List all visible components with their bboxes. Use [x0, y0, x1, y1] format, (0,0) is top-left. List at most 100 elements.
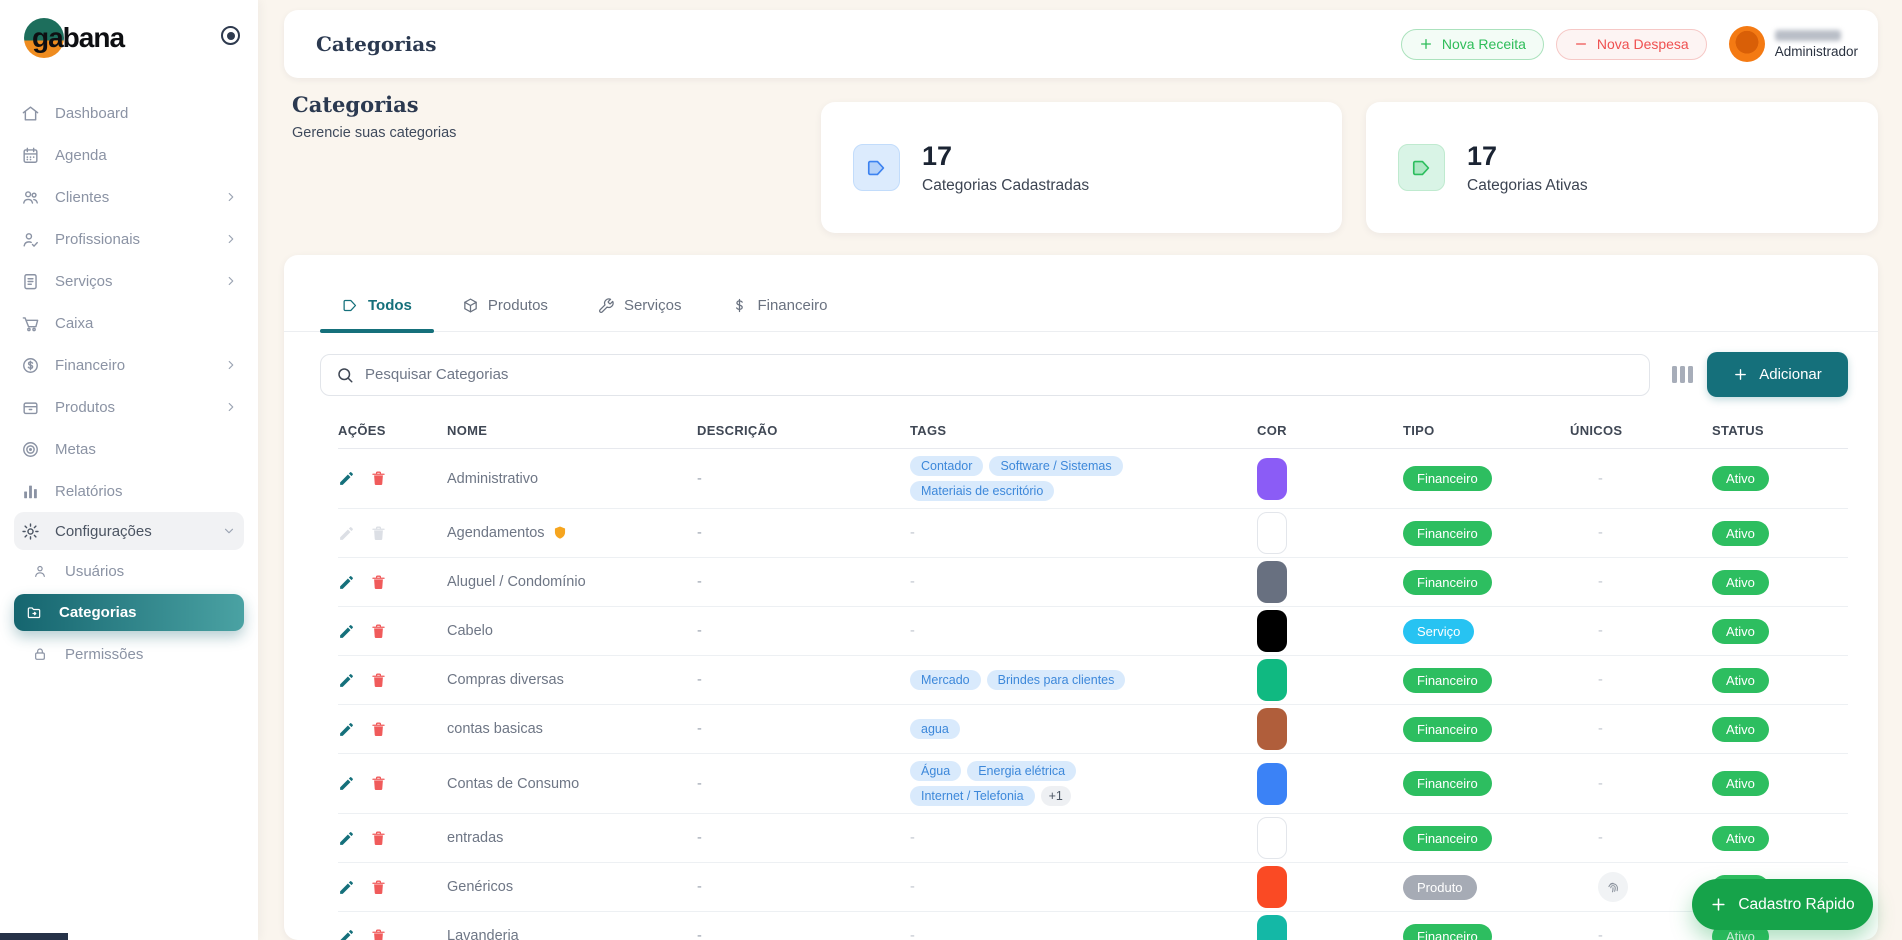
- home-icon: [20, 103, 40, 123]
- chevron-right-icon: [224, 400, 238, 414]
- sidebar-item-produtos[interactable]: Produtos: [0, 386, 258, 428]
- cadastro-rapido-button[interactable]: Cadastro Rápido: [1692, 879, 1873, 930]
- tag-pill: Internet / Telefonia: [910, 786, 1035, 806]
- color-swatch: [1257, 915, 1287, 940]
- status-badge: Ativo: [1712, 570, 1769, 595]
- sidebar-item-configuracoes[interactable]: Configurações: [14, 512, 244, 550]
- color-swatch: [1257, 512, 1287, 554]
- color-swatch: [1257, 866, 1287, 908]
- delete-icon[interactable]: [370, 672, 387, 689]
- shield-icon: [552, 524, 568, 542]
- user-menu[interactable]: Administrador: [1729, 26, 1858, 62]
- col-tipo: TIPO: [1403, 423, 1570, 438]
- sidebar-item-dashboard[interactable]: Dashboard: [0, 92, 258, 134]
- sidebar-item-financeiro[interactable]: Financeiro: [0, 344, 258, 386]
- delete-icon[interactable]: [370, 879, 387, 896]
- tipo-badge: Financeiro: [1403, 924, 1492, 940]
- status-badge: Ativo: [1712, 668, 1769, 693]
- brand-name: gabana: [32, 22, 124, 54]
- sidebar-nav: Dashboard Agenda Clientes Profissionais …: [0, 78, 258, 675]
- folder-icon: [24, 603, 44, 623]
- col-acoes: AÇÕES: [338, 423, 447, 438]
- edit-icon[interactable]: [338, 928, 355, 940]
- wrench-icon: [598, 297, 615, 314]
- tipo-badge: Financeiro: [1403, 668, 1492, 693]
- sidebar-item-profissionais[interactable]: Profissionais: [0, 218, 258, 260]
- tab-financeiro[interactable]: Financeiro: [709, 289, 849, 331]
- table-row: contas basicas - agua Financeiro - Ativo: [338, 705, 1848, 754]
- edit-icon[interactable]: [338, 574, 355, 591]
- tipo-badge: Financeiro: [1403, 826, 1492, 851]
- color-swatch: [1257, 708, 1287, 750]
- status-badge: Ativo: [1712, 717, 1769, 742]
- table-row: Aluguel / Condomínio - - Financeiro - At…: [338, 558, 1848, 607]
- edit-icon[interactable]: [338, 672, 355, 689]
- edit-icon[interactable]: [338, 470, 355, 487]
- sidebar-item-servicos[interactable]: Serviços: [0, 260, 258, 302]
- section-subtitle: Gerencie suas categorias: [292, 125, 456, 141]
- delete-icon[interactable]: [370, 721, 387, 738]
- color-swatch: [1257, 610, 1287, 652]
- sidebar-item-clientes[interactable]: Clientes: [0, 176, 258, 218]
- nova-despesa-button[interactable]: Nova Despesa: [1556, 29, 1707, 60]
- categories-table: AÇÕES NOME DESCRIÇÃO TAGS COR TIPO ÚNICO…: [284, 397, 1878, 940]
- delete-icon[interactable]: [370, 928, 387, 940]
- status-badge: Ativo: [1712, 771, 1769, 796]
- tab-todos[interactable]: Todos: [320, 289, 434, 331]
- tag-icon: [1398, 144, 1445, 191]
- sidebar-item-caixa[interactable]: Caixa: [0, 302, 258, 344]
- edit-icon[interactable]: [338, 775, 355, 792]
- col-descricao: DESCRIÇÃO: [697, 423, 910, 438]
- sidebar-item-agenda[interactable]: Agenda: [0, 134, 258, 176]
- search-input[interactable]: [365, 366, 1634, 383]
- dollar-circle-icon: [20, 355, 40, 375]
- tipo-badge: Financeiro: [1403, 521, 1492, 546]
- delete-icon[interactable]: [370, 830, 387, 847]
- table-row: Contas de Consumo - Água Energia elétric…: [338, 754, 1848, 814]
- nova-receita-button[interactable]: Nova Receita: [1401, 29, 1544, 60]
- stat-label: Categorias Cadastradas: [922, 177, 1089, 195]
- delete-icon[interactable]: [370, 574, 387, 591]
- sidebar-toggle-icon[interactable]: [221, 26, 240, 45]
- sidebar-item-permissoes[interactable]: Permissões: [0, 633, 258, 675]
- edit-icon[interactable]: [338, 623, 355, 640]
- bar-chart-icon: [20, 481, 40, 501]
- dollar-icon: [731, 297, 748, 314]
- tab-servicos[interactable]: Serviços: [576, 289, 704, 331]
- tab-produtos[interactable]: Produtos: [440, 289, 570, 331]
- edit-icon[interactable]: [338, 879, 355, 896]
- stat-card-cadastradas: 17 Categorias Cadastradas: [821, 102, 1342, 233]
- tipo-badge: Financeiro: [1403, 771, 1492, 796]
- avatar: [1729, 26, 1765, 62]
- columns-icon[interactable]: [1672, 366, 1694, 383]
- color-swatch: [1257, 763, 1287, 805]
- sidebar-item-metas[interactable]: Metas: [0, 428, 258, 470]
- delete-icon-disabled: [370, 525, 387, 542]
- target-icon: [20, 439, 40, 459]
- logo[interactable]: gabana: [0, 0, 258, 78]
- chevron-right-icon: [224, 190, 238, 204]
- adicionar-button[interactable]: Adicionar: [1707, 352, 1848, 397]
- table-header-row: AÇÕES NOME DESCRIÇÃO TAGS COR TIPO ÚNICO…: [338, 413, 1848, 449]
- sidebar-item-usuarios[interactable]: Usuários: [0, 550, 258, 592]
- chevron-right-icon: [224, 232, 238, 246]
- table-row: Administrativo - Contador Software / Sis…: [338, 449, 1848, 509]
- col-cor: COR: [1257, 423, 1403, 438]
- tipo-badge: Financeiro: [1403, 717, 1492, 742]
- edit-icon-disabled: [338, 525, 355, 542]
- delete-icon[interactable]: [370, 623, 387, 640]
- table-row: Compras diversas - Mercado Brindes para …: [338, 656, 1848, 705]
- edit-icon[interactable]: [338, 830, 355, 847]
- delete-icon[interactable]: [370, 775, 387, 792]
- user-check-icon: [20, 229, 40, 249]
- col-unicos: ÚNICOS: [1570, 423, 1712, 438]
- user-role: Administrador: [1775, 44, 1858, 59]
- edit-icon[interactable]: [338, 721, 355, 738]
- sidebar-item-relatorios[interactable]: Relatórios: [0, 470, 258, 512]
- stat-card-ativas: 17 Categorias Ativas: [1366, 102, 1878, 233]
- sidebar-item-categorias[interactable]: Categorias: [14, 594, 244, 631]
- stat-value: 17: [922, 141, 1089, 172]
- color-swatch: [1257, 659, 1287, 701]
- cart-icon: [20, 313, 40, 333]
- delete-icon[interactable]: [370, 470, 387, 487]
